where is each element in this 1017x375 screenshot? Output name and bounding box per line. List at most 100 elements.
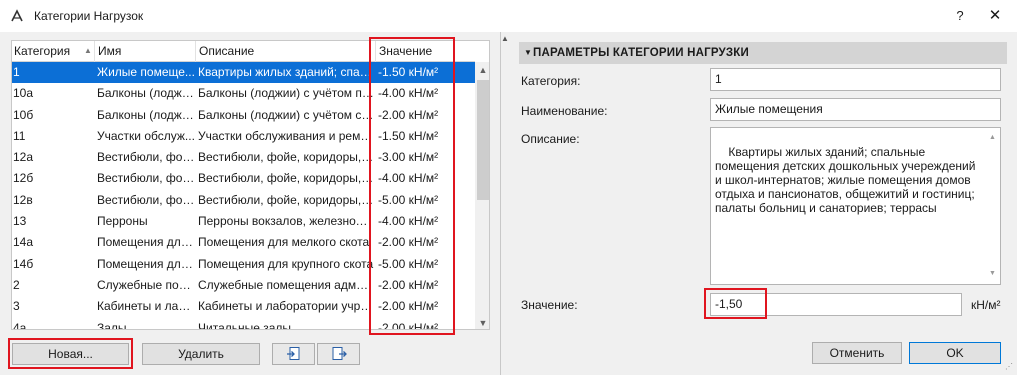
- cell-name: Вестибюли, фойе...: [97, 192, 195, 207]
- table-row[interactable]: 4а Залы Читальные залы -2.00 кН/м²: [12, 318, 475, 330]
- table-row[interactable]: 12в Вестибюли, фойе... Вестибюли, фойе, ко…: [12, 190, 475, 211]
- cell-category: 11: [13, 128, 26, 143]
- cell-description: Вестибюли, фойе, коридоры, л...: [198, 150, 374, 165]
- cell-value: -3.00 кН/м²: [378, 150, 439, 165]
- column-header-value[interactable]: Значение: [375, 41, 475, 62]
- new-button[interactable]: Новая...: [12, 343, 129, 365]
- cell-name: Вестибюли, фойе...: [97, 150, 195, 165]
- cell-value: -4.00 кН/м²: [378, 214, 439, 229]
- cell-category: 4а: [13, 320, 27, 330]
- name-field[interactable]: Жилые помещения: [710, 98, 1001, 121]
- cell-value: -4.00 кН/м²: [378, 171, 439, 186]
- scrollbar-thumb[interactable]: [477, 80, 489, 200]
- value-field[interactable]: -1,50: [710, 293, 962, 316]
- collapse-triangle-icon[interactable]: ▼: [524, 42, 532, 64]
- cell-description: Помещения для мелкого скота: [198, 235, 370, 250]
- cell-name: Участки обслуж...: [97, 128, 195, 143]
- table-body: 1 Жилые помеще... Квартиры жилых зданий; с…: [12, 62, 475, 330]
- section-header[interactable]: ▼ ПАРАМЕТРЫ КАТЕГОРИИ НАГРУЗКИ: [519, 42, 1007, 64]
- cell-name: Помещения для...: [97, 235, 195, 250]
- description-text: Квартиры жилых зданий; спальные помещени…: [715, 145, 979, 215]
- cell-description: Участки обслуживания и ремо...: [198, 128, 374, 143]
- table-scrollbar[interactable]: ▲ ▼: [475, 62, 489, 329]
- cancel-button[interactable]: Отменить: [812, 342, 902, 364]
- category-details-panel: ▼ ПАРАМЕТРЫ КАТЕГОРИИ НАГРУЗКИ Категория…: [511, 32, 1017, 375]
- scroll-down-icon[interactable]: ▼: [989, 267, 996, 281]
- cell-name: Балконы (лоджи...: [97, 107, 195, 122]
- import-icon: [286, 347, 299, 360]
- table-row[interactable]: 10а Балконы (лоджи... Балконы (лоджии) с у…: [12, 83, 475, 104]
- cell-value: -5.00 кН/м²: [378, 256, 439, 271]
- cell-category: 12в: [13, 192, 33, 207]
- description-scrollbar[interactable]: ▲ ▼: [986, 128, 1000, 284]
- delete-button[interactable]: Удалить: [142, 343, 260, 365]
- cell-value: -2.00 кН/м²: [378, 320, 439, 330]
- scroll-up-icon[interactable]: ▲: [989, 131, 996, 145]
- cell-category: 10б: [13, 107, 34, 122]
- cell-category: 14а: [13, 235, 34, 250]
- table-row[interactable]: 2 Служебные пом... Служебные помещения адм…: [12, 275, 475, 296]
- cell-value: -1.50 кН/м²: [378, 65, 439, 79]
- column-header-description[interactable]: Описание: [195, 41, 375, 62]
- cell-name: Кабинеты и лаб...: [97, 299, 195, 314]
- cell-description: Служебные помещения админ...: [198, 277, 374, 292]
- cell-category: 12а: [13, 150, 34, 165]
- cell-description: Перроны вокзалов, железнодо...: [198, 214, 374, 229]
- cell-description: Вестибюли, фойе, коридоры, л...: [198, 171, 374, 186]
- cell-category: 3: [13, 299, 20, 314]
- cell-value: -2.00 кН/м²: [378, 299, 439, 314]
- cell-description: Кабинеты и лаборатории учре...: [198, 299, 374, 314]
- cell-category: 14б: [13, 256, 34, 271]
- value-label: Значение:: [521, 298, 578, 312]
- cell-value: -2.00 кН/м²: [378, 235, 439, 250]
- cell-description: Читальные залы: [198, 320, 292, 330]
- cell-description: Помещения для крупного скота: [198, 256, 374, 271]
- category-field[interactable]: 1: [710, 68, 1001, 91]
- table-header: Категория ▲ Имя Описание Значение: [12, 41, 475, 62]
- import-button[interactable]: [272, 343, 315, 365]
- table-row[interactable]: 14б Помещения для... Помещения для крупног…: [12, 254, 475, 275]
- column-header-name[interactable]: Имя: [94, 41, 195, 62]
- cell-name: Перроны: [97, 214, 148, 229]
- cell-category: 2: [13, 277, 20, 292]
- cell-description: Балконы (лоджии) с учётом пол...: [198, 86, 374, 101]
- table-row[interactable]: 14а Помещения для... Помещения для мелкого…: [12, 232, 475, 253]
- table-row[interactable]: 10б Балконы (лоджи... Балконы (лоджии) с у…: [12, 105, 475, 126]
- description-label: Описание:: [521, 132, 580, 146]
- cell-value: -5.00 кН/м²: [378, 192, 439, 207]
- name-label: Наименование:: [521, 104, 608, 118]
- cell-description: Квартиры жилых зданий; спаль...: [198, 65, 374, 79]
- table-row[interactable]: 12а Вестибюли, фойе... Вестибюли, фойе, ко…: [12, 147, 475, 168]
- category-table: Категория ▲ Имя Описание Значение 1 Жилые…: [11, 40, 490, 330]
- export-button[interactable]: [317, 343, 360, 365]
- table-row[interactable]: 1 Жилые помеще... Квартиры жилых зданий; с…: [12, 62, 475, 84]
- table-row[interactable]: 12б Вестибюли, фойе... Вестибюли, фойе, ко…: [12, 168, 475, 189]
- sort-ascending-icon: ▲: [84, 46, 92, 55]
- resize-grip-icon[interactable]: ⋰: [1005, 362, 1015, 372]
- table-row[interactable]: 11 Участки обслуж... Участки обслуживания …: [12, 126, 475, 147]
- category-list-panel: Категория ▲ Имя Описание Значение 1 Жилые…: [0, 32, 500, 375]
- cell-value: -4.00 кН/м²: [378, 86, 439, 101]
- cell-name: Помещения для...: [97, 256, 195, 271]
- cell-category: 12б: [13, 171, 34, 186]
- collapse-up-icon[interactable]: ▲: [501, 34, 509, 43]
- cell-name: Служебные пом...: [97, 277, 195, 292]
- scroll-up-icon[interactable]: ▲: [475, 62, 489, 78]
- cell-description: Балконы (лоджии) с учётом спл...: [198, 107, 374, 122]
- description-field[interactable]: Квартиры жилых зданий; спальные помещени…: [710, 127, 1001, 285]
- table-row[interactable]: 13 Перроны Перроны вокзалов, железнодо... -…: [12, 211, 475, 232]
- table-row[interactable]: 3 Кабинеты и лаб... Кабинеты и лаборатории…: [12, 296, 475, 317]
- cell-name: Жилые помеще...: [97, 65, 195, 79]
- cell-name: Залы: [97, 320, 127, 330]
- category-label: Категория:: [521, 74, 581, 88]
- help-button[interactable]: ?: [945, 0, 975, 32]
- cell-category: 1: [13, 65, 20, 79]
- section-title: ПАРАМЕТРЫ КАТЕГОРИИ НАГРУЗКИ: [533, 47, 749, 59]
- close-button[interactable]: ✕: [978, 0, 1012, 32]
- cell-category: 13: [13, 214, 27, 229]
- scroll-down-icon[interactable]: ▼: [475, 315, 489, 329]
- cell-value: -1.50 кН/м²: [378, 128, 439, 143]
- ok-button[interactable]: OK: [909, 342, 1001, 364]
- cell-category: 10а: [13, 86, 34, 101]
- cell-name: Балконы (лоджи...: [97, 86, 195, 101]
